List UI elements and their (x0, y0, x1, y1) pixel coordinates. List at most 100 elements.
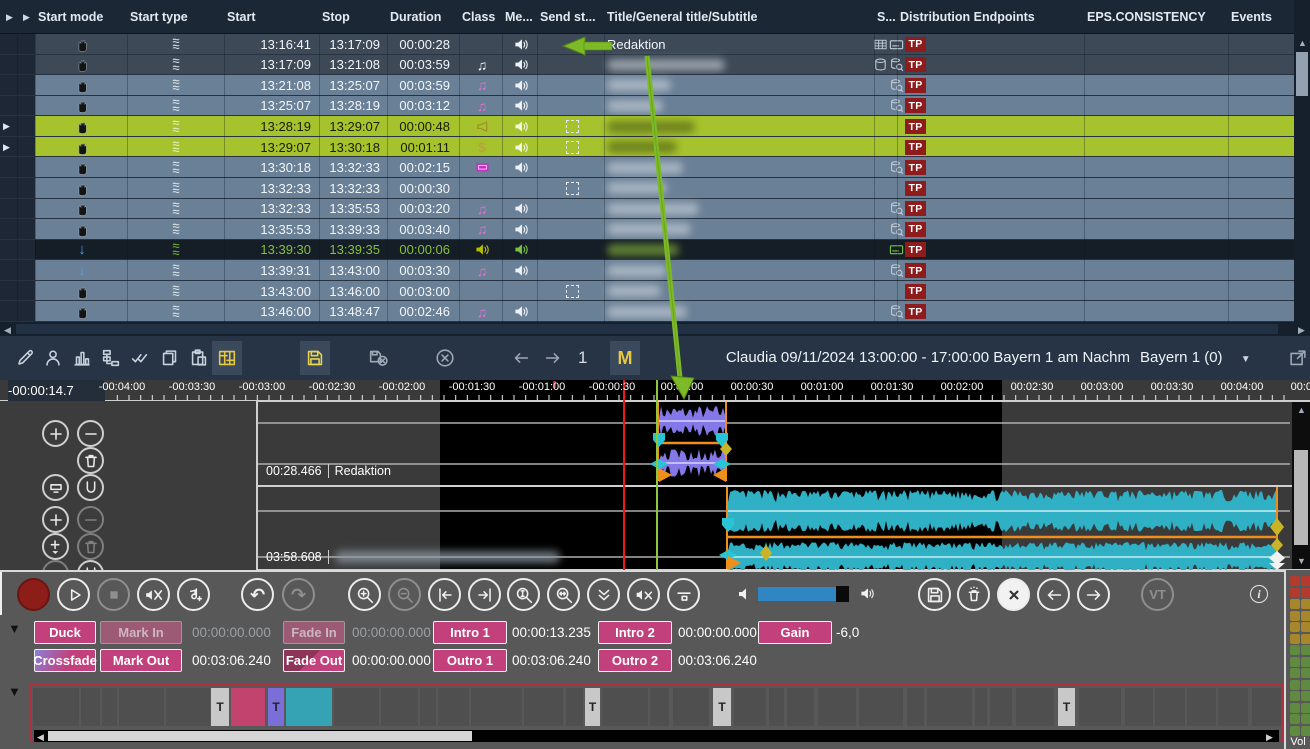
column-header-1[interactable]: ▶ (19, 0, 34, 34)
track2-add-button[interactable] (42, 506, 69, 533)
ducking-button[interactable] (667, 578, 700, 611)
playlist-row-1[interactable]: ≈≈ 13:16:41 13:17:09 00:00:28 Redaktion … (0, 34, 1294, 55)
go-end-button[interactable] (468, 578, 501, 611)
strip-segment[interactable] (1016, 688, 1054, 726)
collapse-editor-icon[interactable]: ▼ (8, 621, 21, 636)
strip-segment[interactable] (1187, 688, 1216, 726)
strip-segment[interactable] (119, 688, 164, 726)
zoom-selection-button[interactable] (507, 578, 540, 611)
column-header-9[interactable]: Send st... (540, 0, 604, 34)
playlist-row-14[interactable]: ≈≈ 13:46:00 13:48:47 00:02:46 ♫ TP (0, 301, 1294, 322)
outro-2-button[interactable]: Outro 2 (598, 649, 672, 672)
strip-segment[interactable] (102, 688, 117, 726)
strip-segment-t[interactable]: T (713, 688, 731, 726)
strip-segment[interactable] (650, 688, 669, 726)
arrow-left-button[interactable] (1037, 578, 1070, 611)
record-button[interactable] (17, 578, 50, 611)
playlist-row-5[interactable]: ▶ ≈≈ 13:28:19 13:29:07 00:00:48 TP (0, 116, 1294, 137)
cancel-button[interactable] (430, 341, 460, 375)
strip-segment[interactable] (420, 688, 436, 726)
strip-segment[interactable] (818, 688, 856, 726)
nav-forward-button[interactable] (538, 341, 568, 375)
fade-out-button[interactable]: Fade Out (283, 649, 345, 672)
autoscroll-off-button[interactable] (627, 578, 660, 611)
strip-segment[interactable] (787, 688, 814, 726)
playlist-row-10[interactable]: ≈≈ 13:35:53 13:39:33 00:03:40 ♫ TP (0, 219, 1294, 240)
strip-segment[interactable] (438, 688, 469, 726)
gain-button[interactable]: Gain (758, 621, 832, 644)
go-start-button[interactable] (428, 578, 461, 611)
track1-crossfade-button[interactable] (77, 474, 104, 501)
paste-button[interactable] (184, 341, 214, 375)
strip-scrollbar[interactable]: ◀ ▶ (34, 730, 1279, 742)
strip-segment[interactable] (734, 688, 766, 726)
column-header-10[interactable]: Title/General title/Subtitle (607, 0, 872, 34)
strip-segment[interactable] (859, 688, 903, 726)
zoom-out-button[interactable] (388, 578, 421, 611)
playlist-row-4[interactable]: ≈≈ 13:25:07 13:28:19 00:03:12 ♫ TP (0, 96, 1294, 117)
zoom-in-button[interactable] (348, 578, 381, 611)
column-header-8[interactable]: Me... (505, 0, 538, 34)
strip-segment[interactable] (1079, 688, 1121, 726)
strip-segment-t[interactable]: T (211, 688, 229, 726)
playlist-row-13[interactable]: ≈≈ 13:43:00 13:46:00 00:03:00 TP (0, 281, 1294, 302)
collapse-strip-icon[interactable]: ▼ (8, 684, 21, 699)
strip-segment-t[interactable]: T (268, 688, 284, 726)
strip-segment[interactable] (673, 688, 709, 726)
fade-in-button[interactable]: Fade In (283, 621, 345, 644)
save-discard-button[interactable] (363, 341, 393, 375)
save-button[interactable] (918, 578, 951, 611)
track2-delete-button[interactable] (77, 533, 104, 560)
strip-segment-t[interactable]: T (1058, 688, 1075, 726)
track1-add-button[interactable] (42, 420, 69, 447)
strip-segment[interactable] (1125, 688, 1153, 726)
playlist-row-6[interactable]: ▶ ≈≈ 13:29:07 13:30:18 00:01:11 $ TP (0, 137, 1294, 158)
duck-button[interactable]: Duck (34, 621, 96, 644)
column-header-2[interactable]: Start mode (38, 0, 126, 34)
column-header-0[interactable]: ▶ (2, 0, 17, 34)
column-header-4[interactable]: Start (227, 0, 315, 34)
strip-segment[interactable] (231, 688, 265, 726)
column-header-14[interactable]: Events (1231, 0, 1291, 34)
table-vertical-scrollbar[interactable]: ▲ ▶ (1294, 0, 1310, 336)
strip-segment[interactable] (602, 688, 648, 726)
volume-slider-handle[interactable] (836, 586, 849, 602)
playlist-row-7[interactable]: ≈≈ 13:30:18 13:32:33 00:02:15 TP (0, 157, 1294, 178)
strip-segment[interactable] (81, 688, 100, 726)
undo-button[interactable]: ↶ (241, 578, 274, 611)
copy-button[interactable] (155, 341, 185, 375)
track2-remove-button[interactable] (77, 506, 104, 533)
strip-segment[interactable] (1218, 688, 1248, 726)
strip-segment[interactable] (990, 688, 1012, 726)
discard-button[interactable] (957, 578, 990, 611)
playlist-row-2[interactable]: ≈≈ 13:17:09 13:21:08 00:03:59 ♫ TP (0, 55, 1294, 76)
stop-button[interactable] (97, 578, 130, 611)
strip-segment[interactable] (566, 688, 583, 726)
track2-add-menu-button[interactable] (42, 533, 69, 560)
column-header-11[interactable]: S... (877, 0, 898, 34)
edit-button[interactable] (10, 341, 40, 375)
column-header-12[interactable]: Distribution Endpoints (900, 0, 1083, 34)
info-icon[interactable]: i (1250, 585, 1268, 603)
playlist-row-9[interactable]: ≈≈ 13:32:33 13:35:53 00:03:20 ♫ TP (0, 199, 1294, 220)
column-header-6[interactable]: Duration (390, 0, 456, 34)
audio-editor-button[interactable] (212, 341, 242, 375)
strip-segment[interactable] (1252, 688, 1281, 726)
column-header-13[interactable]: EPS.CONSISTENCY (1087, 0, 1227, 34)
intro-2-button[interactable]: Intro 2 (598, 621, 672, 644)
mode-m-button[interactable]: M (610, 341, 640, 375)
strip-segment[interactable] (975, 688, 987, 726)
strip-segment[interactable] (381, 688, 418, 726)
crossfade-button[interactable]: Crossfade (34, 649, 96, 672)
validate-button[interactable] (125, 341, 155, 375)
play-button[interactable] (57, 578, 90, 611)
strip-segment[interactable] (166, 688, 210, 726)
column-header-7[interactable]: Class (462, 0, 502, 34)
statistics-button[interactable] (67, 341, 97, 375)
structure-button[interactable] (96, 341, 126, 375)
zoom-fit-button[interactable] (547, 578, 580, 611)
scroll-down-button[interactable] (587, 578, 620, 611)
nav-back-button[interactable] (506, 341, 536, 375)
x-button[interactable] (997, 578, 1030, 611)
outro-1-button[interactable]: Outro 1 (433, 649, 507, 672)
